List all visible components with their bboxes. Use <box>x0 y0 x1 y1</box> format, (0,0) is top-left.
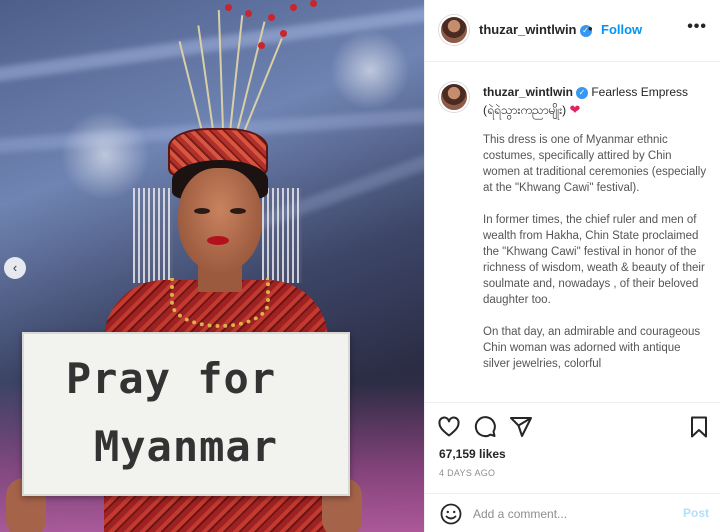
follow-button[interactable]: Follow <box>601 22 642 37</box>
chevron-left-icon[interactable]: ‹ <box>4 257 26 279</box>
silver-fringe-right <box>262 188 302 283</box>
caption-paragraph: On that day, an admirable and courageous… <box>483 326 701 370</box>
caption-paragraph: In former times, the chief ruler and men… <box>483 214 705 306</box>
caption-body: This dress is one of Myanmar ethnic cost… <box>483 132 707 388</box>
bookmark-icon[interactable] <box>687 415 711 439</box>
more-icon[interactable]: ••• <box>687 18 707 36</box>
silver-fringe-left <box>133 188 173 283</box>
post-header: thuzar_wintlwin ✓ • Follow ••• <box>425 0 720 62</box>
header-username[interactable]: thuzar_wintlwin ✓ <box>479 22 592 37</box>
caption-avatar[interactable] <box>439 82 469 112</box>
caption-header: thuzar_wintlwin ✓ Fearless Empress (ရဲရဲသ… <box>483 84 707 119</box>
sign-text-line-1: Pray for <box>65 354 277 403</box>
comment-icon[interactable] <box>473 415 497 439</box>
like-count[interactable]: 67,159 likes <box>439 447 506 461</box>
stage-light-glow <box>330 30 410 110</box>
post-photo[interactable]: Pray for Myanmar ‹ <box>0 0 424 532</box>
caption-subtitle: (ရဲရဲသွားကညာမျိုး) <box>483 103 567 117</box>
heart-emoji: ❤ <box>569 102 581 117</box>
face <box>178 168 262 272</box>
post-timestamp[interactable]: 4 DAYS AGO <box>439 468 495 478</box>
header-username-text[interactable]: thuzar_wintlwin <box>479 22 577 37</box>
post-comment-button[interactable]: Post <box>683 506 709 520</box>
smile-icon[interactable] <box>439 502 463 526</box>
caption-section: thuzar_wintlwin ✓ Fearless Empress (ရဲရဲသ… <box>425 62 720 402</box>
sign-text-line-2: Myanmar <box>93 422 278 471</box>
comment-input[interactable] <box>473 504 663 524</box>
share-icon[interactable] <box>509 415 533 439</box>
post-side-panel: thuzar_wintlwin ✓ • Follow ••• thuzar_win… <box>424 0 720 532</box>
heart-icon[interactable] <box>437 415 461 439</box>
verified-icon: ✓ <box>576 87 588 99</box>
eye <box>194 208 210 214</box>
stage-light-glow <box>60 110 150 200</box>
eye <box>230 208 246 214</box>
necklace <box>170 278 270 328</box>
separator-dot: • <box>588 21 593 36</box>
action-bar: 67,159 likes 4 DAYS AGO Post <box>425 402 720 532</box>
avatar[interactable] <box>439 15 469 45</box>
protest-sign: Pray for Myanmar <box>22 332 350 496</box>
comment-box: Post <box>425 493 720 532</box>
lips <box>207 236 229 245</box>
caption-paragraph: This dress is one of Myanmar ethnic cost… <box>483 134 707 194</box>
caption-username[interactable]: thuzar_wintlwin <box>483 85 573 99</box>
caption-title: Fearless Empress <box>591 85 689 99</box>
